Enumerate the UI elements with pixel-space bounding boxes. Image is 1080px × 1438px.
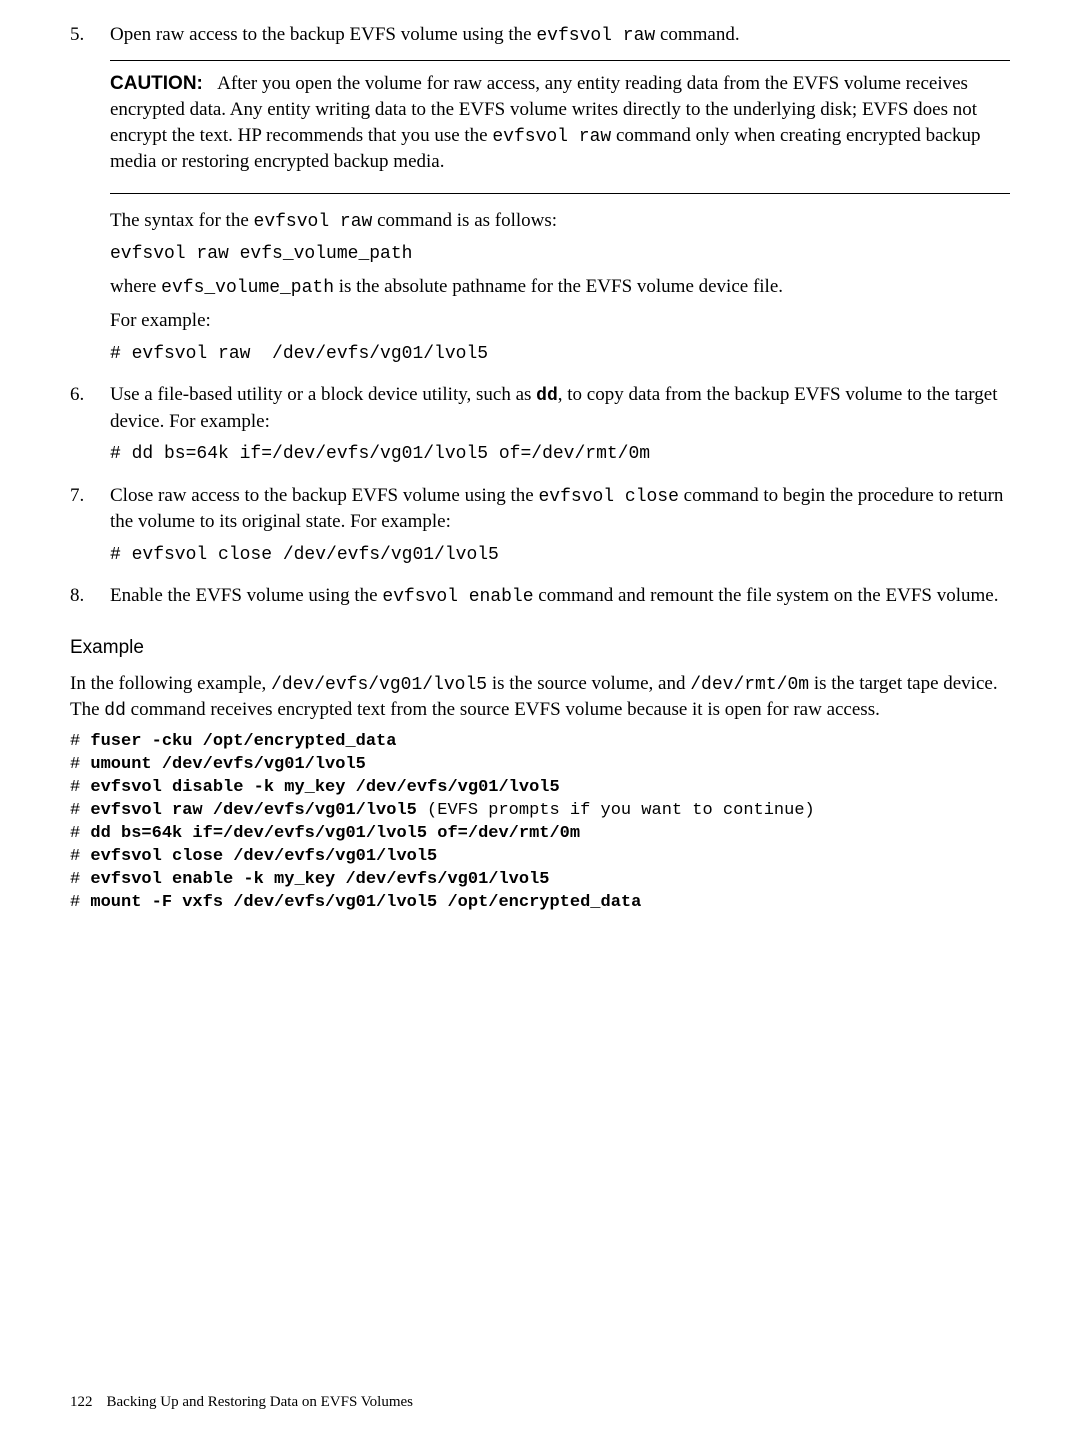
code-inline: evfsvol close [538, 487, 678, 507]
code-inline: evfs_volume_path [161, 278, 334, 298]
text: Enable the EVFS volume using the [110, 585, 382, 606]
code-inline: evfsvol enable [382, 587, 533, 607]
caution-label: CAUTION: [110, 73, 203, 94]
step-number: 5. [70, 22, 110, 374]
text: Close raw access to the backup EVFS volu… [110, 485, 538, 506]
step-list: 5. Open raw access to the backup EVFS vo… [70, 22, 1010, 617]
footer-title: Backing Up and Restoring Data on EVFS Vo… [107, 1394, 414, 1410]
prompt: # [70, 801, 90, 820]
code-inline: /dev/evfs/vg01/lvol5 [271, 675, 487, 695]
code-block: # evfsvol close /dev/evfs/vg01/lvol5 [110, 543, 1010, 567]
example-code-block: # fuser -cku /opt/encrypted_data # umoun… [70, 731, 1010, 915]
code-inline-bold: dd [536, 386, 558, 406]
text: where [110, 276, 161, 297]
step-body: Enable the EVFS volume using the evfsvol… [110, 583, 1010, 617]
step-6: 6. Use a file-based utility or a block d… [70, 382, 1010, 474]
cmd: evfsvol disable -k my_key /dev/evfs/vg01… [90, 778, 559, 797]
text: Open raw access to the backup EVFS volum… [110, 24, 536, 45]
cmd: evfsvol close /dev/evfs/vg01/lvol5 [90, 847, 437, 866]
text: command is as follows: [372, 210, 557, 231]
prompt: # [70, 847, 90, 866]
step-5-intro: Open raw access to the backup EVFS volum… [110, 22, 1010, 48]
page-footer: 122 Backing Up and Restoring Data on EVFS… [70, 1392, 413, 1412]
cmd: mount -F vxfs /dev/evfs/vg01/lvol5 /opt/… [90, 893, 641, 912]
text: command receives encrypted text from the… [126, 699, 880, 720]
for-example: For example: [110, 308, 1010, 334]
caution-paragraph: CAUTION: After you open the volume for r… [110, 71, 1010, 174]
text: command. [655, 24, 739, 45]
code-block: evfsvol raw evfs_volume_path [110, 242, 1010, 266]
prompt: # [70, 870, 90, 889]
step-number: 8. [70, 583, 110, 617]
text: command and remount the file system on t… [534, 585, 999, 606]
text: is the source volume, and [487, 673, 690, 694]
step-6-text: Use a file-based utility or a block devi… [110, 382, 1010, 434]
step-number: 7. [70, 483, 110, 575]
cmd: fuser -cku /opt/encrypted_data [90, 732, 396, 751]
code-inline: evfsvol raw [492, 127, 611, 147]
text: Use a file-based utility or a block devi… [110, 384, 536, 405]
code-inline: evfsvol raw [536, 26, 655, 46]
step-body: Open raw access to the backup EVFS volum… [110, 22, 1010, 374]
code-block: # dd bs=64k if=/dev/evfs/vg01/lvol5 of=/… [110, 442, 1010, 466]
step-body: Close raw access to the backup EVFS volu… [110, 483, 1010, 575]
cmd: dd bs=64k if=/dev/evfs/vg01/lvol5 of=/de… [90, 824, 580, 843]
step-5: 5. Open raw access to the backup EVFS vo… [70, 22, 1010, 374]
prompt: # [70, 732, 90, 751]
text: The syntax for the [110, 210, 254, 231]
cmd: evfsvol raw /dev/evfs/vg01/lvol5 [90, 801, 416, 820]
caution-box: CAUTION: After you open the volume for r… [110, 60, 1010, 193]
page-number: 122 [70, 1394, 93, 1410]
example-heading: Example [70, 635, 1010, 661]
code-inline: /dev/rmt/0m [690, 675, 809, 695]
page-container: 5. Open raw access to the backup EVFS vo… [0, 0, 1080, 1438]
step-8-text: Enable the EVFS volume using the evfsvol… [110, 583, 1010, 609]
step-body: Use a file-based utility or a block devi… [110, 382, 1010, 474]
trail: (EVFS prompts if you want to continue) [417, 801, 815, 820]
code-inline: evfsvol raw [254, 212, 373, 232]
text: is the absolute pathname for the EVFS vo… [334, 276, 783, 297]
prompt: # [70, 824, 90, 843]
code-inline: dd [104, 701, 126, 721]
code-block: # evfsvol raw /dev/evfs/vg01/lvol5 [110, 342, 1010, 366]
cmd: umount /dev/evfs/vg01/lvol5 [90, 755, 365, 774]
text: In the following example, [70, 673, 271, 694]
step-number: 6. [70, 382, 110, 474]
example-paragraph: In the following example, /dev/evfs/vg01… [70, 671, 1010, 724]
prompt: # [70, 893, 90, 912]
step-7-text: Close raw access to the backup EVFS volu… [110, 483, 1010, 535]
step-7: 7. Close raw access to the backup EVFS v… [70, 483, 1010, 575]
prompt: # [70, 755, 90, 774]
cmd: evfsvol enable -k my_key /dev/evfs/vg01/… [90, 870, 549, 889]
step-8: 8. Enable the EVFS volume using the evfs… [70, 583, 1010, 617]
where-line: where evfs_volume_path is the absolute p… [110, 274, 1010, 300]
prompt: # [70, 778, 90, 797]
syntax-intro: The syntax for the evfsvol raw command i… [110, 208, 1010, 234]
